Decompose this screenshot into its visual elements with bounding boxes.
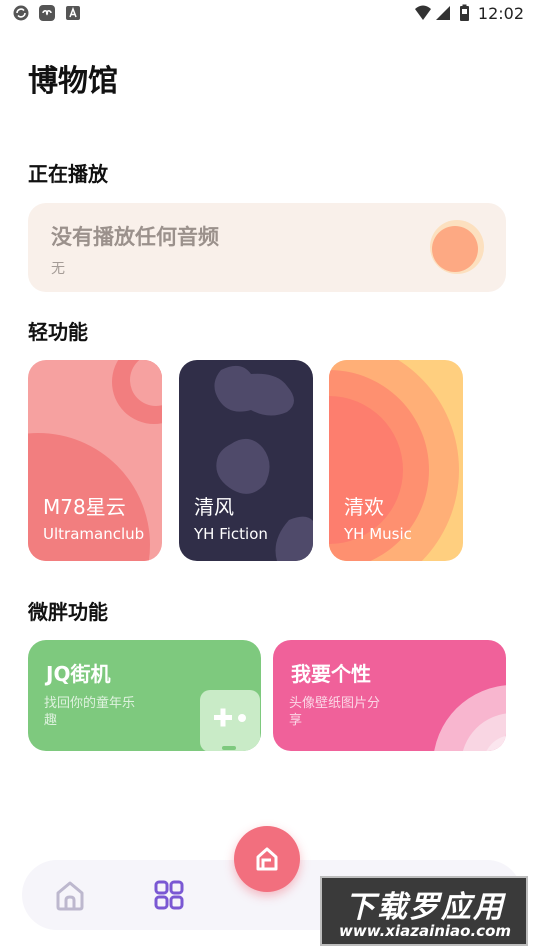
section-title-lite-features: 轻功能 bbox=[28, 320, 88, 344]
watermark-logo: 下载罗应用 www.xiazainiao.com bbox=[320, 876, 528, 946]
lite-card-sub: YH Fiction bbox=[194, 525, 268, 543]
lite-card-name: 清风 bbox=[194, 495, 234, 519]
battery-icon bbox=[460, 4, 469, 21]
fun-card-arcade[interactable]: JQ街机 找回你的童年乐趣 bbox=[28, 640, 261, 751]
sync-icon bbox=[13, 5, 29, 21]
museum-fab-button[interactable] bbox=[234, 826, 300, 892]
museum-icon bbox=[256, 847, 278, 871]
section-title-now-playing: 正在播放 bbox=[28, 162, 108, 186]
lite-card-sub: Ultramanclub bbox=[43, 525, 145, 543]
lite-card-music[interactable]: 清欢 YH Music bbox=[329, 360, 463, 561]
font-app-icon bbox=[66, 6, 80, 20]
gamepad-icon bbox=[200, 690, 260, 751]
status-time: 12:02 bbox=[477, 4, 524, 23]
lite-card-m78[interactable]: M78星云 Ultramanclub bbox=[28, 360, 162, 561]
lite-card-name: M78星云 bbox=[43, 495, 126, 519]
status-bar: 12:02 bbox=[0, 0, 534, 28]
signal-icon bbox=[436, 6, 450, 20]
watermark-main: 下载罗应用 bbox=[345, 890, 505, 925]
fun-card-personality[interactable]: 我要个性 头像壁纸图片分享 bbox=[273, 640, 506, 751]
now-playing-title: 没有播放任何音频 bbox=[51, 225, 219, 249]
home-icon[interactable] bbox=[53, 878, 87, 912]
watermark-url: www.xiazainiao.com bbox=[338, 922, 512, 940]
fun-card-title: JQ街机 bbox=[46, 662, 111, 686]
fun-card-desc: 找回你的童年乐趣 bbox=[44, 696, 136, 728]
card-decoration bbox=[434, 685, 506, 751]
now-playing-card[interactable]: 没有播放任何音频 无 bbox=[28, 203, 506, 292]
page-title: 博物馆 bbox=[28, 64, 118, 99]
wifi-icon bbox=[415, 5, 431, 20]
now-playing-subtitle: 无 bbox=[51, 261, 65, 277]
lite-card-fiction[interactable]: 清风 YH Fiction bbox=[179, 360, 313, 561]
section-title-micro-features: 微胖功能 bbox=[28, 600, 108, 624]
lite-card-sub: YH Music bbox=[344, 525, 412, 543]
lite-card-name: 清欢 bbox=[344, 495, 384, 519]
cloud-app-icon bbox=[39, 5, 55, 21]
disc-icon bbox=[430, 220, 484, 274]
grid-icon[interactable] bbox=[152, 878, 186, 912]
